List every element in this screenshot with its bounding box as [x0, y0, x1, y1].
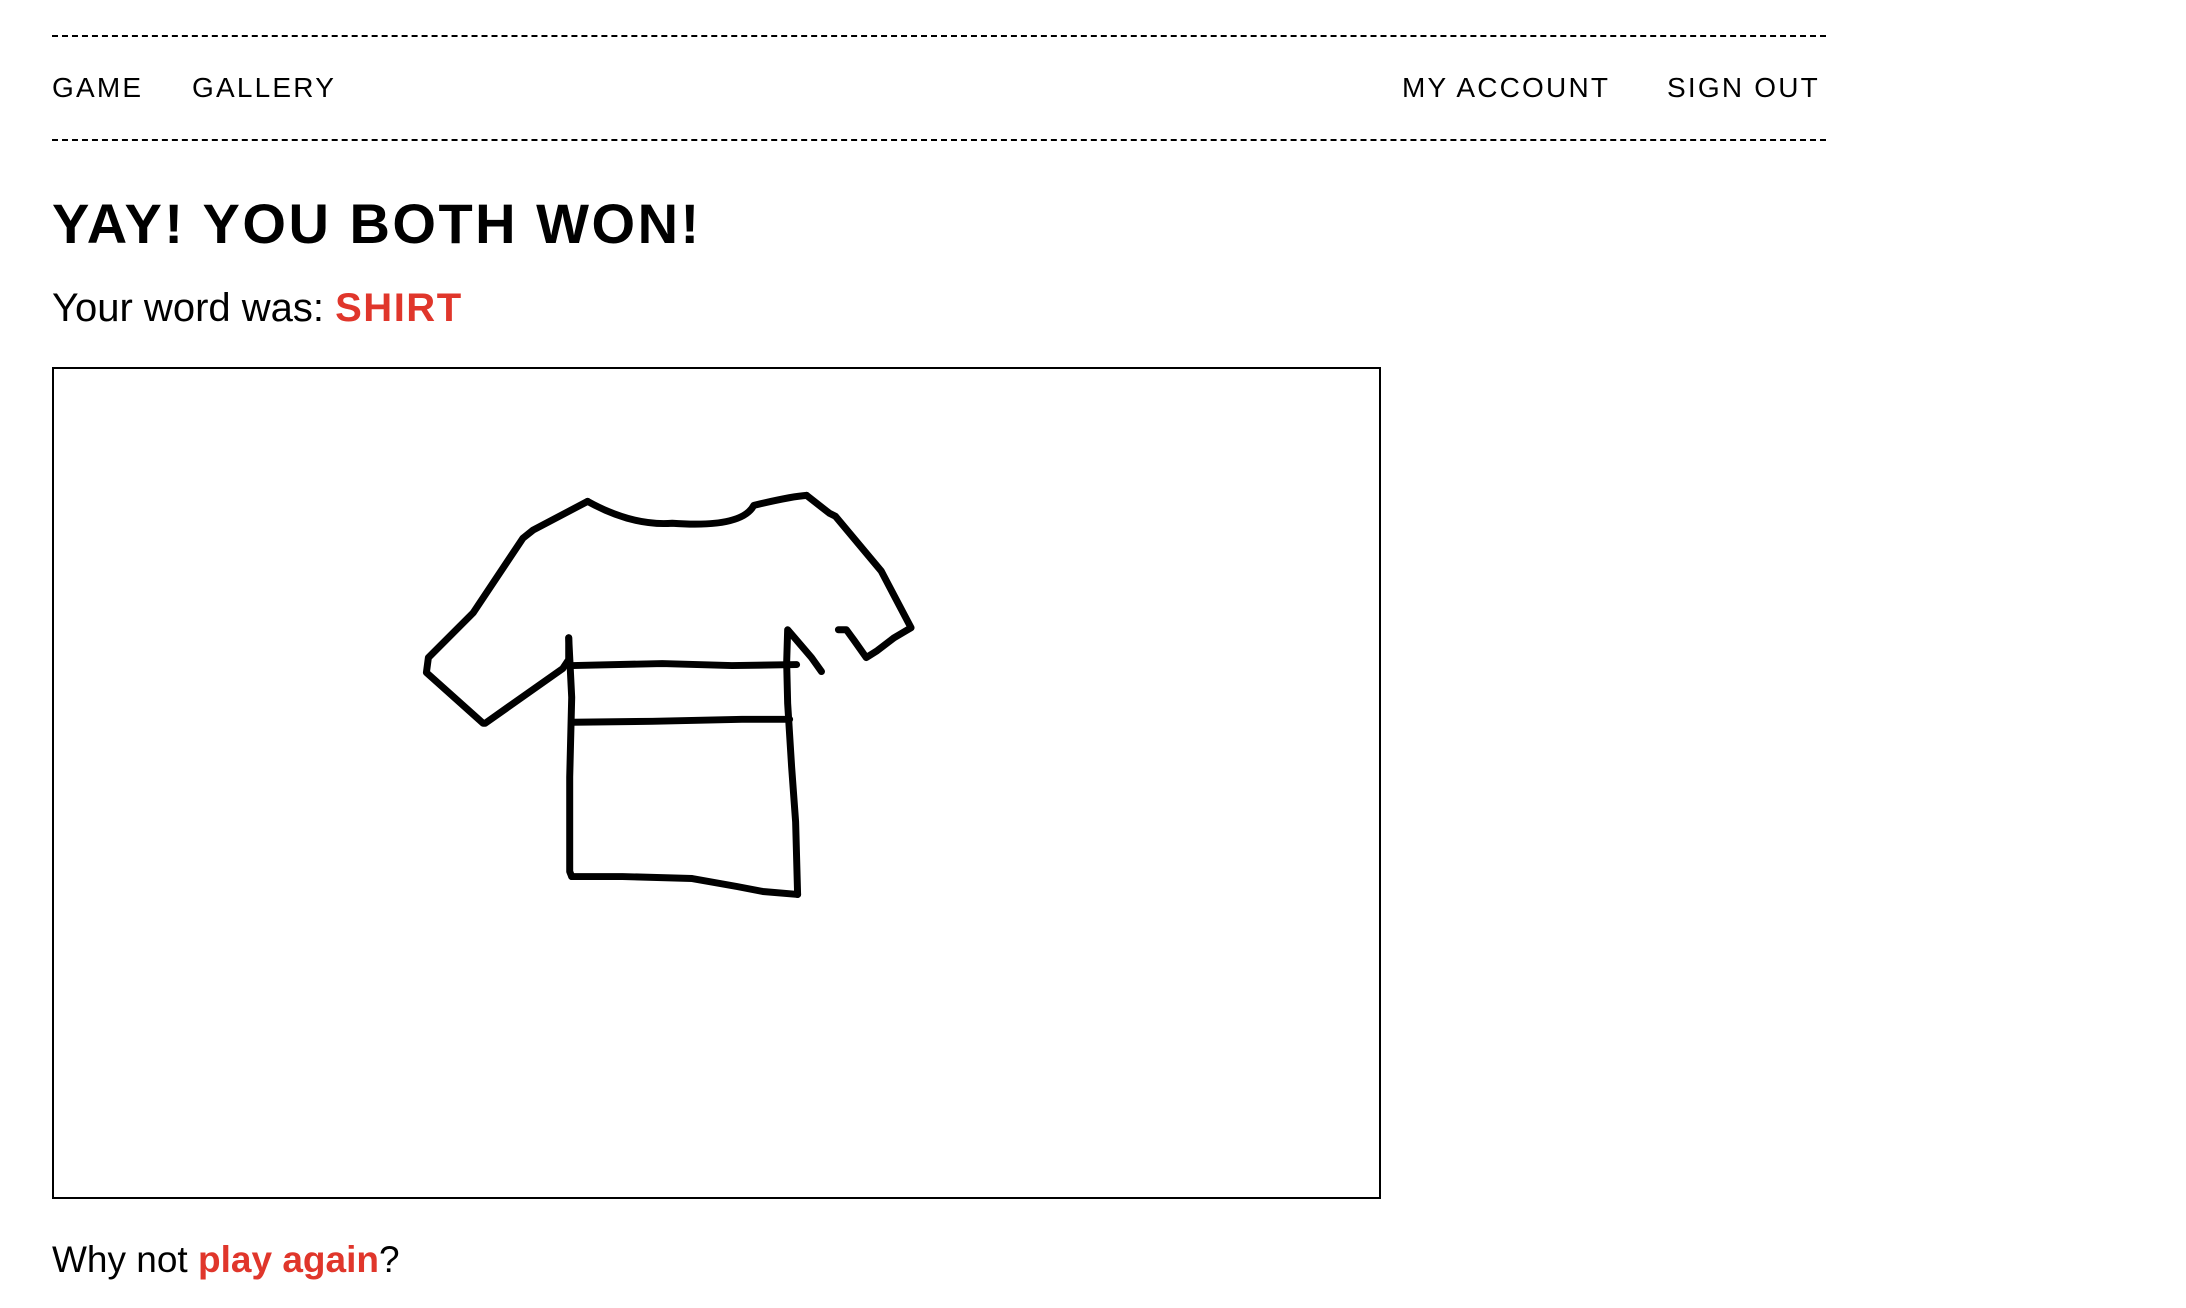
play-again-link[interactable]: play again — [198, 1239, 379, 1280]
nav-game-link[interactable]: GAME — [52, 37, 143, 139]
shirt-right-sleeve-stroke — [803, 491, 915, 662]
shirt-stripe-top-stroke — [569, 660, 801, 670]
footer-suffix: ? — [378, 1239, 400, 1280]
top-navigation: GAME GALLERY MY ACCOUNT SIGN OUT — [52, 35, 1826, 141]
shirt-body-left-stroke — [565, 634, 576, 881]
word-line: Your word was: SHIRT — [52, 284, 463, 332]
drawing-canvas — [52, 367, 1381, 1199]
shirt-body-right-stroke — [783, 626, 825, 898]
shirt-left-sleeve-stroke — [422, 497, 592, 727]
shirt-body-bottom-stroke — [568, 873, 802, 898]
footer-prefix: Why not — [52, 1239, 188, 1280]
shirt-collar-stroke — [584, 491, 811, 528]
word-prefix: Your word was: — [52, 286, 324, 330]
nav-gallery-link[interactable]: GALLERY — [192, 37, 336, 139]
play-again-line: Why not play again? — [52, 1237, 400, 1283]
result-heading: YAY! YOU BOTH WON! — [52, 192, 702, 255]
nav-my-account-link[interactable]: MY ACCOUNT — [1402, 37, 1610, 139]
shirt-drawing — [422, 491, 915, 898]
nav-sign-out-link[interactable]: SIGN OUT — [1667, 37, 1820, 139]
word-value: SHIRT — [335, 286, 463, 330]
shirt-stripe-bottom-stroke — [569, 715, 794, 726]
